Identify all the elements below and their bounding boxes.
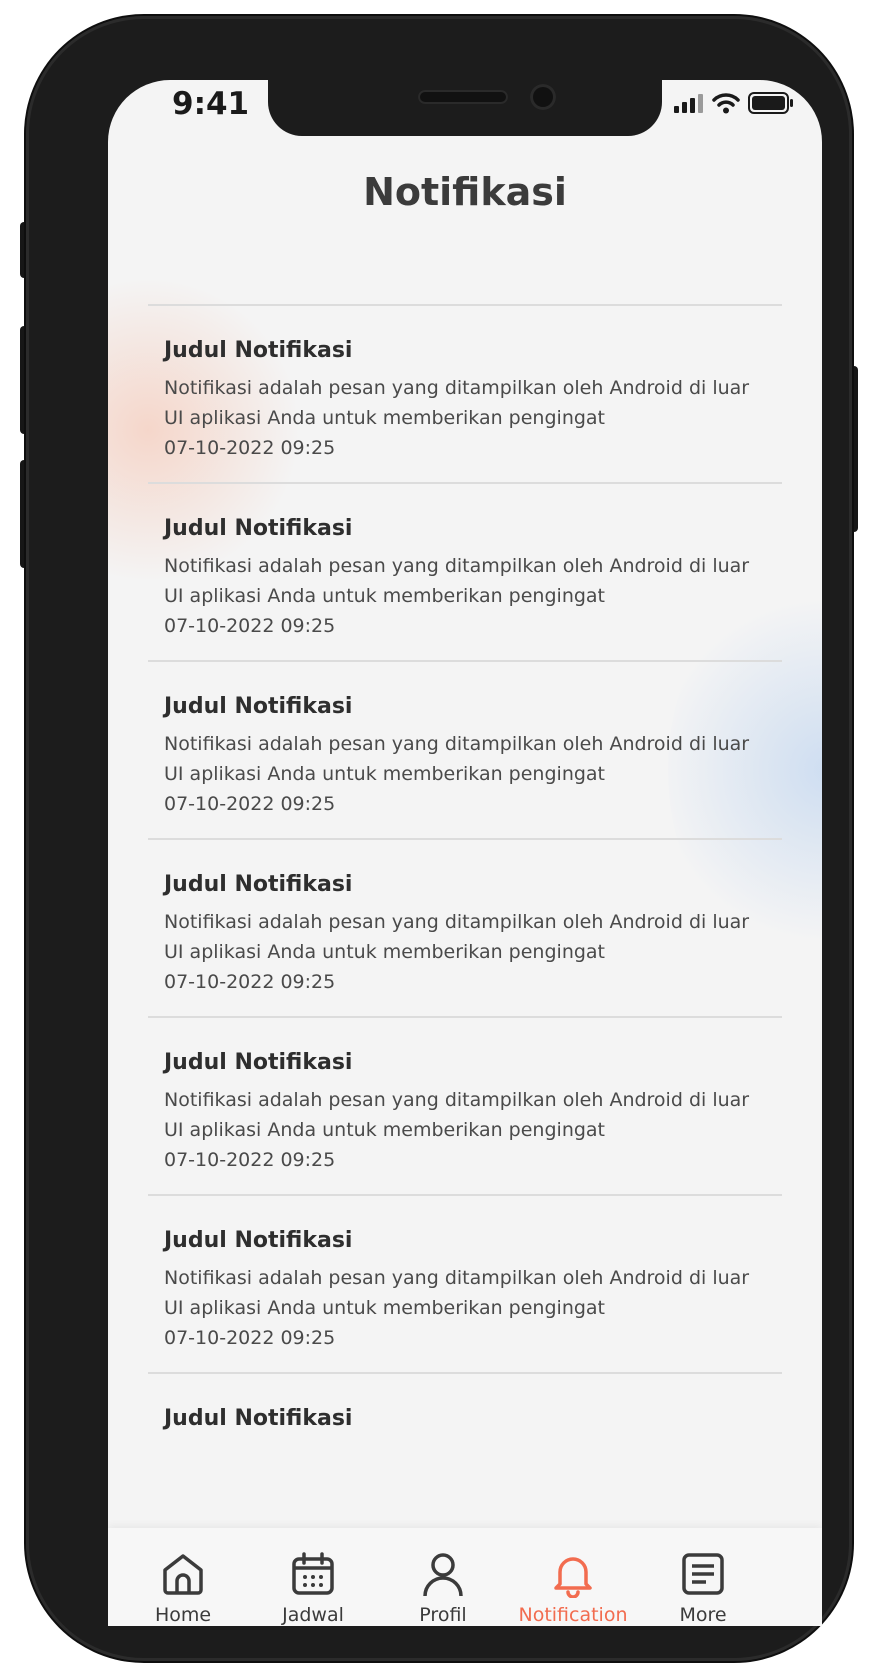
notification-title: Judul Notifikasi <box>164 1406 353 1431</box>
notification-date: 07-10-2022 09:25 <box>164 615 336 637</box>
tab-label: Profil <box>419 1604 467 1626</box>
front-camera <box>530 84 556 110</box>
notification-item[interactable]: Judul Notifikasi Notifikasi adalah pesan… <box>148 660 782 838</box>
notification-item[interactable]: Judul Notifikasi Notifikasi adalah pesan… <box>148 1194 782 1372</box>
status-icons <box>674 90 794 116</box>
tab-label: Jadwal <box>282 1604 344 1626</box>
tab-notification[interactable]: Notification <box>508 1528 638 1626</box>
tab-profil[interactable]: Profil <box>378 1528 508 1626</box>
notification-title: Judul Notifikasi <box>164 338 353 363</box>
notification-title: Judul Notifikasi <box>164 872 353 897</box>
notification-body: Notifikasi adalah pesan yang ditampilkan… <box>164 377 750 429</box>
status-time: 9:41 <box>172 86 250 122</box>
notification-body: Notifikasi adalah pesan yang ditampilkan… <box>164 911 750 963</box>
tab-home[interactable]: Home <box>118 1528 248 1626</box>
notification-item[interactable]: Judul Notifikasi Notifikasi adalah pesan… <box>148 482 782 660</box>
tab-label: Notification <box>518 1604 628 1626</box>
notification-list: Judul Notifikasi Notifikasi adalah pesan… <box>148 304 782 1550</box>
tab-jadwal[interactable]: Jadwal <box>248 1528 378 1626</box>
notification-date: 07-10-2022 09:25 <box>164 437 336 459</box>
speaker <box>418 90 508 104</box>
phone-frame: 9:41 Notifikasi Judul Notifikasi Notifik… <box>26 16 852 1661</box>
signal-icon <box>674 94 703 113</box>
tab-label: Home <box>154 1604 212 1626</box>
notification-item[interactable]: Judul Notifikasi Notifikasi adalah pesan… <box>148 304 782 482</box>
notification-body: Notifikasi adalah pesan yang ditampilkan… <box>164 555 750 607</box>
notification-body: Notifikasi adalah pesan yang ditampilkan… <box>164 733 750 785</box>
screen: 9:41 Notifikasi Judul Notifikasi Notifik… <box>108 80 822 1626</box>
notification-item[interactable]: Judul Notifikasi Notifikasi adalah pesan… <box>148 838 782 1016</box>
notification-title: Judul Notifikasi <box>164 694 353 719</box>
notification-date: 07-10-2022 09:25 <box>164 1327 336 1349</box>
document-icon <box>682 1553 724 1595</box>
notification-date: 07-10-2022 09:25 <box>164 793 336 815</box>
bottom-tab-bar: Home Jadwal Profil Notification More <box>108 1528 822 1626</box>
tab-more[interactable]: More <box>638 1528 768 1626</box>
notification-title: Judul Notifikasi <box>164 1228 353 1253</box>
notification-date: 07-10-2022 09:25 <box>164 971 336 993</box>
notification-date: 07-10-2022 09:25 <box>164 1149 336 1171</box>
wifi-icon <box>712 93 740 114</box>
notification-body: Notifikasi adalah pesan yang ditampilkan… <box>164 1089 750 1141</box>
battery-icon <box>748 92 793 114</box>
notch <box>268 80 662 136</box>
home-icon <box>163 1554 203 1595</box>
tab-label: More <box>679 1604 727 1626</box>
notification-item[interactable]: Judul Notifikasi Notifikasi adalah pesan… <box>148 1016 782 1194</box>
notification-body: Notifikasi adalah pesan yang ditampilkan… <box>164 1267 750 1319</box>
notification-item[interactable]: Judul Notifikasi <box>148 1372 782 1550</box>
calendar-icon <box>292 1552 334 1595</box>
notification-title: Judul Notifikasi <box>164 1050 353 1075</box>
person-icon <box>423 1553 463 1597</box>
page-title: Notifikasi <box>363 170 567 214</box>
notification-title: Judul Notifikasi <box>164 516 353 541</box>
bell-icon <box>554 1557 592 1598</box>
